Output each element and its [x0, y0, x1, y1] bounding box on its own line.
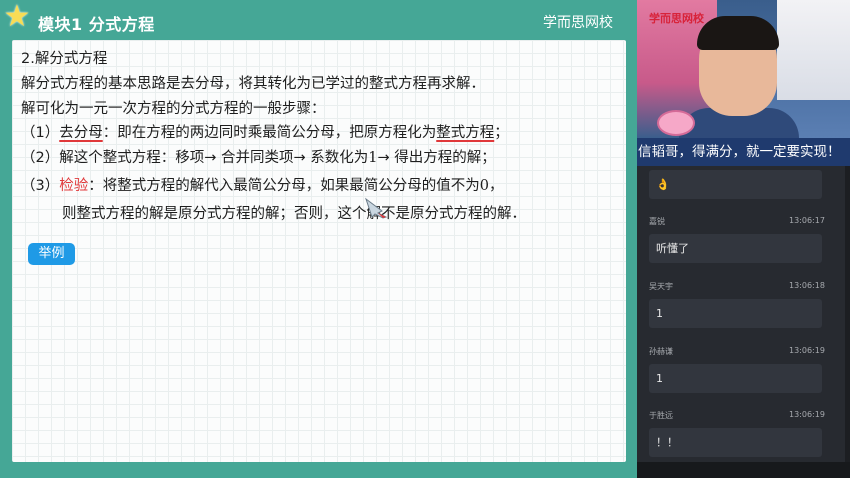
chat-message: ！！ — [649, 428, 822, 457]
star-logo-icon: ★ — [3, 0, 31, 34]
chat-list[interactable]: 👌 嘉锐 13:06:17 听懂了 吴天宇 13:06:18 1 孙赫谦 13:… — [637, 166, 850, 462]
step-2: （2）解这个整式方程：移项→ 合并同类项→ 系数化为1→ 得出方程的解； — [21, 146, 496, 167]
step-1-number: （1） — [21, 125, 60, 141]
step-3-number: （3） — [21, 178, 60, 194]
chat-username: 吴天宇 — [649, 282, 673, 291]
step-3-text: ：将整式方程的解代入最简公分母，如果最简公分母的值不为 — [88, 178, 480, 194]
teacher-video: 学而思网校 — [637, 0, 850, 138]
video-background-right — [777, 0, 850, 100]
step-1-text: ：即在方程的两边同时乘最简公分母，把原方程化为 — [102, 125, 437, 141]
step-2-number: （2） — [21, 150, 60, 166]
lesson-line-2: 解可化为一元一次方程的分式方程的一般步骤： — [21, 101, 326, 117]
chat-timestamp: 13:06:18 — [789, 281, 825, 290]
chat-timestamp: 13:06:19 — [789, 346, 825, 355]
step-1-keyword: 去分母 — [59, 125, 103, 141]
pig-mascot-icon — [657, 110, 695, 136]
chat-message: 1 — [649, 299, 822, 328]
chat-message: 👌 — [649, 170, 822, 199]
step-3-keyword: 检验 — [59, 178, 89, 194]
section-title: 2.解分式方程 — [21, 51, 108, 67]
module-title: 模块1 分式方程 — [38, 15, 155, 34]
teacher-hair — [697, 16, 779, 50]
side-panel: 学而思网校 信韬哥，得满分，就一定要实现！ 👌 嘉锐 13:06:17 听懂了 … — [637, 0, 850, 478]
step-1-end: ； — [494, 125, 509, 141]
chat-message: 听懂了 — [649, 234, 822, 263]
chat-username: 孙赫谦 — [649, 347, 673, 356]
chat-username: 于胜远 — [649, 411, 673, 420]
chat-message: 1 — [649, 364, 822, 393]
pen-cursor-icon — [364, 197, 390, 219]
step-1-keyword-2: 整式方程 — [436, 125, 495, 141]
step-3: （3）检验：将整式方程的解代入最简公分母，如果最简公分母的值不为0， — [21, 174, 503, 195]
step-2-text: 解这个整式方程：移项→ 合并同类项→ 系数化为 — [59, 150, 369, 166]
bottom-strip — [637, 462, 850, 478]
lesson-line-1: 解分式方程的基本思路是去分母，将其转化为已学过的整式方程再求解． — [21, 76, 485, 92]
step-3-math-zero: 0 — [479, 178, 489, 194]
brand-label: 学而思网校 — [543, 15, 613, 31]
step-3-end: ， — [488, 178, 504, 194]
example-button[interactable]: 举例 — [28, 243, 75, 265]
step-2-end: → 得出方程的解； — [377, 150, 496, 166]
chat-timestamp: 13:06:19 — [789, 410, 825, 419]
step-3-continuation: 则整式方程的解是原分式方程的解；否则，这个解不是原分式方程的解． — [62, 206, 526, 222]
chat-username: 嘉锐 — [649, 217, 665, 226]
lesson-header: ★ 模块1 分式方程 学而思网校 — [0, 0, 637, 40]
video-logo: 学而思网校 — [649, 12, 704, 25]
lesson-panel: ★ 模块1 分式方程 学而思网校 2.解分式方程 解分式方程的基本思路是去分母，… — [0, 0, 637, 478]
whiteboard: 2.解分式方程 解分式方程的基本思路是去分母，将其转化为已学过的整式方程再求解．… — [12, 40, 626, 462]
step-1: （1）去分母：即在方程的两边同时乘最简公分母，把原方程化为整式方程； — [21, 121, 509, 142]
chat-timestamp: 13:06:17 — [789, 216, 825, 225]
chat-scrollbar[interactable] — [845, 166, 850, 462]
video-slogan: 信韬哥，得满分，就一定要实现！ — [637, 138, 850, 166]
